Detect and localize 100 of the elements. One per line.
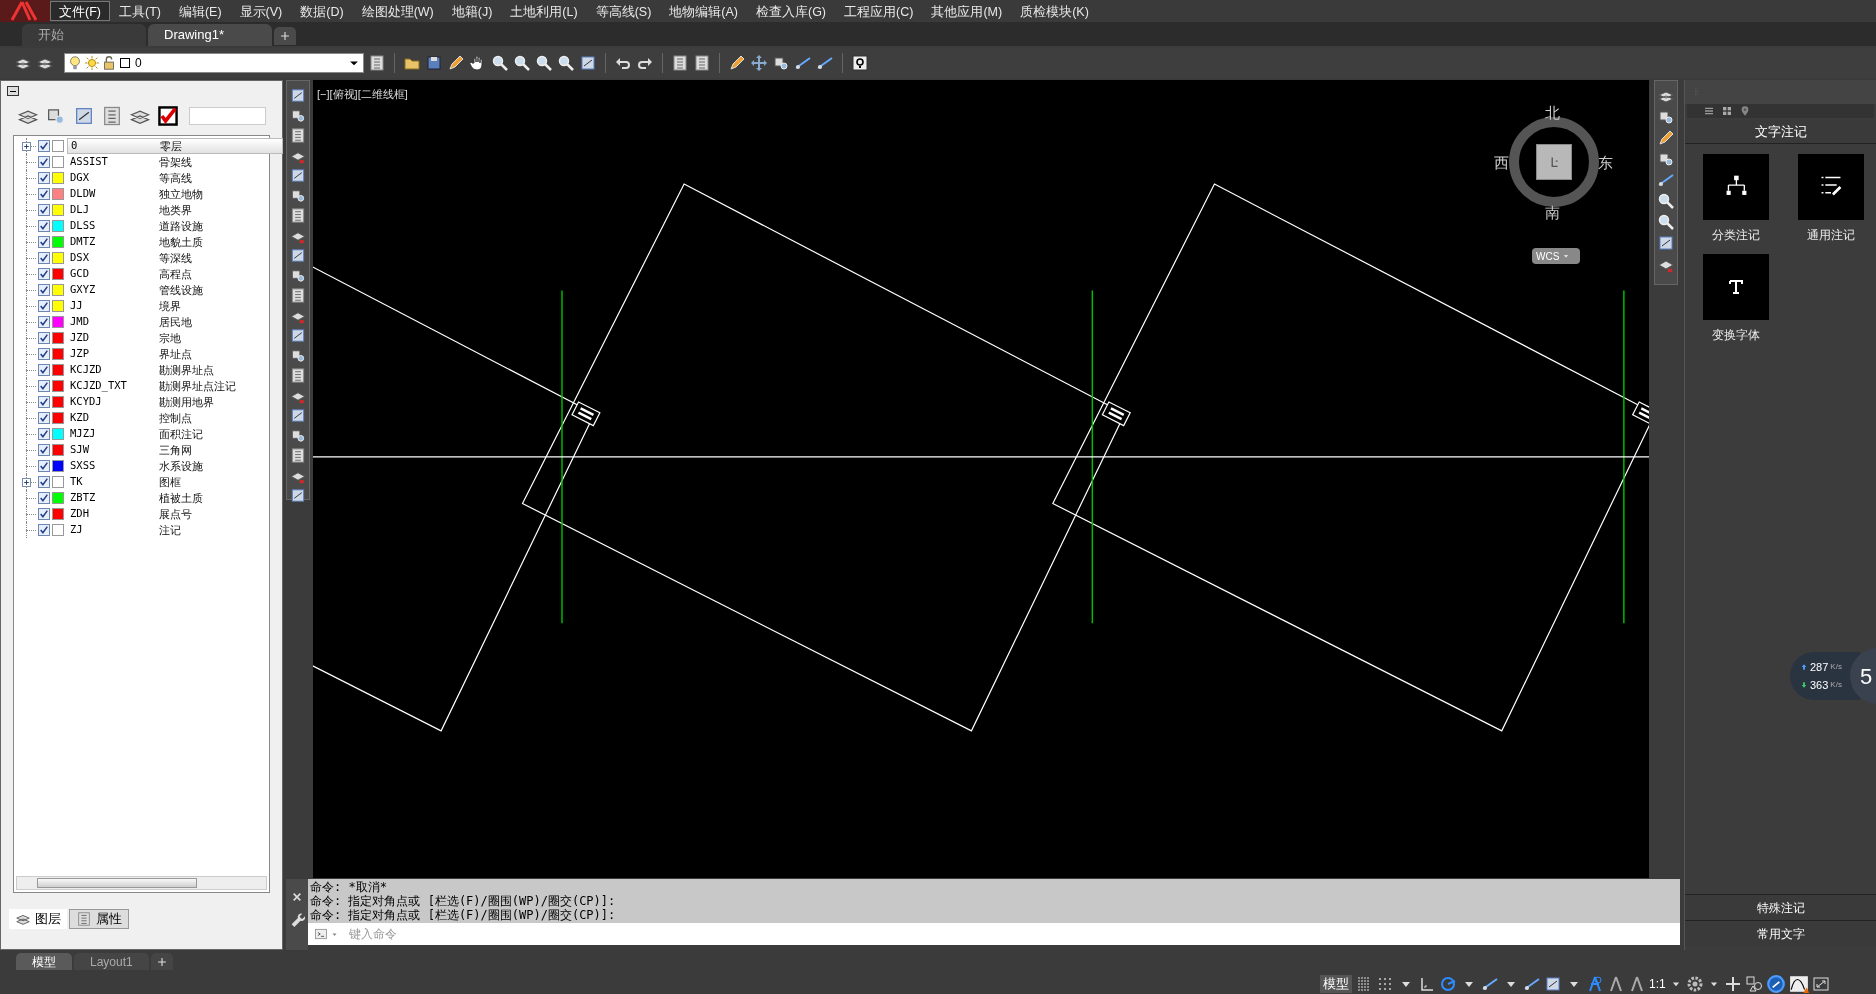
layer-row[interactable]: JZD 宗地	[67, 330, 269, 346]
layout-tab[interactable]: Layout1	[74, 953, 149, 970]
color-swatch[interactable]	[52, 476, 64, 488]
color-swatch[interactable]	[52, 300, 64, 312]
save-icon[interactable]	[425, 54, 443, 72]
layer-row[interactable]: JZP 界址点	[67, 346, 269, 362]
color-swatch[interactable]	[52, 140, 64, 152]
layer-row[interactable]: DSX 等深线	[67, 250, 269, 266]
color-swatch[interactable]	[52, 220, 64, 232]
tool-tile[interactable]	[1797, 154, 1864, 220]
visibility-checkbox[interactable]	[38, 236, 50, 248]
tool-icon[interactable]	[289, 447, 307, 464]
visibility-checkbox[interactable]	[38, 140, 50, 152]
layer-row[interactable]: DLJ 地类界	[67, 202, 269, 218]
tool-icon[interactable]	[289, 167, 307, 184]
visibility-checkbox[interactable]	[38, 204, 50, 216]
help-icon[interactable]	[851, 54, 869, 72]
fullscreen-icon[interactable]	[1811, 975, 1830, 993]
visibility-checkbox[interactable]	[38, 316, 50, 328]
color-swatch[interactable]	[52, 252, 64, 264]
layer-row[interactable]: ZDH 展点号	[67, 506, 269, 522]
menu-item[interactable]: 检查入库(G)	[746, 1, 836, 21]
menu-item[interactable]: 文件(F)	[50, 1, 110, 21]
visibility-checkbox[interactable]	[38, 508, 50, 520]
layout-tab[interactable]: 模型	[16, 953, 72, 970]
ortho-icon[interactable]	[1418, 975, 1436, 993]
visibility-checkbox[interactable]	[38, 524, 50, 536]
zoom-previous-icon[interactable]	[557, 54, 575, 72]
visibility-checkbox[interactable]	[38, 492, 50, 504]
zoom-extents-icon[interactable]	[535, 54, 553, 72]
sheet-icon[interactable]	[693, 54, 711, 72]
menu-item[interactable]: 编辑(E)	[169, 1, 231, 21]
tool-icon[interactable]	[289, 287, 307, 304]
line-icon[interactable]	[816, 54, 834, 72]
layer-row[interactable]: ZJ 注记	[67, 522, 269, 538]
move-icon[interactable]	[750, 54, 768, 72]
tool-icon[interactable]	[1657, 129, 1675, 147]
visibility-checkbox[interactable]	[38, 252, 50, 264]
annotation-scale[interactable]: 1:1	[1649, 975, 1666, 993]
layer-row[interactable]: 0 零层	[67, 138, 283, 154]
document-tab[interactable]: Drawing1*	[148, 24, 272, 46]
layer-row[interactable]: TK 图框	[67, 474, 269, 490]
check-icon[interactable]	[157, 105, 179, 127]
layer-row[interactable]: JMD 居民地	[67, 314, 269, 330]
viewport-label[interactable]: [−][俯视][二维线框]	[317, 86, 408, 103]
layer-row[interactable]: KCYDJ 勘测用地界	[67, 394, 269, 410]
properties-icon[interactable]	[671, 54, 689, 72]
layer-row[interactable]: DMTZ 地貌土质	[67, 234, 269, 250]
zoom-window-icon[interactable]	[513, 54, 531, 72]
visibility-checkbox[interactable]	[38, 188, 50, 200]
menu-item[interactable]: 土地利用(L)	[501, 1, 587, 21]
visibility-checkbox[interactable]	[38, 476, 50, 488]
color-swatch[interactable]	[52, 492, 64, 504]
ucs-dropdown[interactable]: WCS	[1532, 248, 1580, 264]
color-swatch[interactable]	[52, 364, 64, 376]
expand-toggle[interactable]	[21, 477, 31, 487]
tool-icon[interactable]	[289, 247, 307, 264]
compass-east[interactable]: 东	[1598, 152, 1613, 175]
app-logo[interactable]	[0, 0, 50, 22]
visibility-checkbox[interactable]	[38, 460, 50, 472]
layer-row[interactable]: JJ 境界	[67, 298, 269, 314]
visibility-checkbox[interactable]	[38, 444, 50, 456]
color-swatch[interactable]	[52, 284, 64, 296]
compass-west[interactable]: 西	[1494, 152, 1509, 175]
layer-row[interactable]: KCJZD 勘测界址点	[67, 362, 269, 378]
tool-icon[interactable]	[289, 267, 307, 284]
layer-row[interactable]: ZBTZ 植被土质	[67, 490, 269, 506]
menu-item[interactable]: 工具(T)	[109, 1, 170, 21]
visibility-checkbox[interactable]	[38, 412, 50, 424]
visibility-checkbox[interactable]	[38, 332, 50, 344]
menu-item[interactable]: 其他应用(M)	[922, 1, 1012, 21]
search-field[interactable]	[189, 107, 266, 125]
layer-row[interactable]: GXYZ 管线设施	[67, 282, 269, 298]
new-tab-button[interactable]	[274, 27, 296, 45]
menu-item[interactable]: 工程应用(C)	[835, 1, 923, 21]
tool-icon[interactable]	[289, 487, 307, 504]
layer-row[interactable]: KZD 控制点	[67, 410, 269, 426]
color-swatch[interactable]	[52, 428, 64, 440]
grid-view-icon[interactable]	[1721, 105, 1733, 117]
visibility-checkbox[interactable]	[38, 428, 50, 440]
tool-icon[interactable]	[1657, 171, 1675, 189]
terminal-icon[interactable]	[314, 927, 328, 941]
color-swatch[interactable]	[52, 348, 64, 360]
layer-row[interactable]: SXSS 水系设施	[67, 458, 269, 474]
visibility-checkbox[interactable]	[38, 220, 50, 232]
snap-icon[interactable]	[1376, 975, 1394, 993]
layer-row[interactable]: KCJZD_TXT 勘测界址点注记	[67, 378, 269, 394]
pin-icon[interactable]	[1739, 105, 1751, 117]
tool-tile[interactable]	[1703, 254, 1769, 320]
menu-item[interactable]: 地物编辑(A)	[660, 1, 747, 21]
menu-item[interactable]: 数据(D)	[291, 1, 353, 21]
collapse-button[interactable]	[7, 86, 19, 96]
color-swatch[interactable]	[52, 236, 64, 248]
color-swatch[interactable]	[52, 268, 64, 280]
layer-row[interactable]: DLDW 独立地物	[67, 186, 269, 202]
menu-item[interactable]: 显示(V)	[230, 1, 292, 21]
layer-row[interactable]: DGX 等高线	[67, 170, 269, 186]
compass-south[interactable]: 南	[1545, 202, 1560, 225]
color-swatch[interactable]	[52, 204, 64, 216]
shapes-icon[interactable]	[1744, 975, 1763, 993]
